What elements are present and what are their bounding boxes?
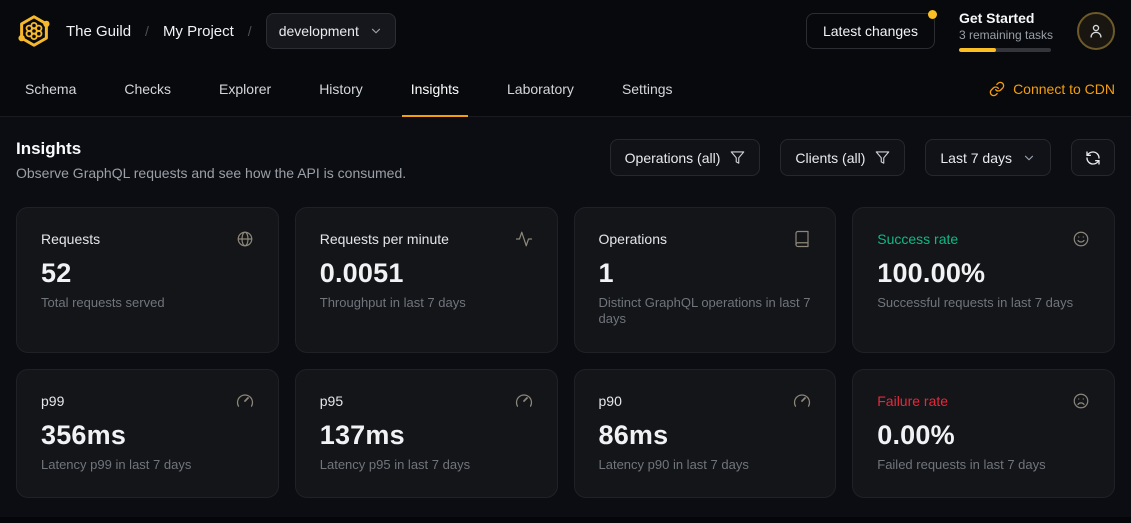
card-description: Distinct GraphQL operations in last 7 da… xyxy=(599,295,812,328)
latest-changes-label: Latest changes xyxy=(823,23,918,39)
bottom-strip xyxy=(0,517,1131,523)
chevron-down-icon xyxy=(369,24,383,38)
date-range-button[interactable]: Last 7 days xyxy=(925,139,1051,176)
card-title: Requests per minute xyxy=(320,231,449,247)
card-description: Successful requests in last 7 days xyxy=(877,295,1090,311)
card-description: Latency p99 in last 7 days xyxy=(41,457,254,473)
breadcrumb-org[interactable]: The Guild xyxy=(66,23,131,40)
tab-checks[interactable]: Checks xyxy=(115,62,180,117)
card-value: 137ms xyxy=(320,420,533,451)
operations-filter-button[interactable]: Operations (all) xyxy=(610,139,761,176)
breadcrumb: The Guild / My Project / xyxy=(66,23,252,40)
card-title: Failure rate xyxy=(877,393,948,409)
stat-card: Success rate 100.00% Successful requests… xyxy=(852,207,1115,353)
operations-filter-label: Operations (all) xyxy=(625,150,721,166)
link-icon xyxy=(989,81,1005,97)
gauge-icon xyxy=(793,392,811,410)
breadcrumb-separator: / xyxy=(248,23,252,39)
card-value: 86ms xyxy=(599,420,812,451)
insights-page: Insights Observe GraphQL requests and se… xyxy=(0,117,1131,517)
page-title: Insights xyxy=(16,139,406,159)
card-description: Latency p90 in last 7 days xyxy=(599,457,812,473)
card-title: Requests xyxy=(41,231,100,247)
app-root: The Guild / My Project / development Lat… xyxy=(0,0,1131,523)
card-title: Success rate xyxy=(877,231,958,247)
stat-card: p95 137ms Latency p95 in last 7 days xyxy=(295,369,558,498)
book-icon xyxy=(793,230,811,248)
card-value: 100.00% xyxy=(877,258,1090,289)
globe-icon xyxy=(236,230,254,248)
activity-icon xyxy=(515,230,533,248)
gauge-icon xyxy=(515,392,533,410)
connect-cdn-link[interactable]: Connect to CDN xyxy=(989,62,1115,116)
stat-card: Failure rate 0.00% Failed requests in la… xyxy=(852,369,1115,498)
stat-card: Requests 52 Total requests served xyxy=(16,207,279,353)
clients-filter-button[interactable]: Clients (all) xyxy=(780,139,905,176)
card-title: p90 xyxy=(599,393,622,409)
stat-card: p90 86ms Latency p90 in last 7 days xyxy=(574,369,837,498)
stat-card: p99 356ms Latency p99 in last 7 days xyxy=(16,369,279,498)
tab-laboratory[interactable]: Laboratory xyxy=(498,62,583,117)
get-started-subtitle: 3 remaining tasks xyxy=(959,28,1053,42)
get-started-title: Get Started xyxy=(959,10,1053,26)
card-title: Operations xyxy=(599,231,667,247)
tab-list: Schema Checks Explorer History Insights Labor… xyxy=(16,62,682,116)
filter-icon xyxy=(730,150,745,165)
get-started-progress-track xyxy=(959,48,1051,52)
clients-filter-label: Clients (all) xyxy=(795,150,865,166)
page-subtitle: Observe GraphQL requests and see how the… xyxy=(16,165,406,181)
user-avatar[interactable] xyxy=(1077,12,1115,50)
date-range-label: Last 7 days xyxy=(940,150,1012,166)
person-icon xyxy=(1087,22,1105,40)
main-nav: Schema Checks Explorer History Insights Labor… xyxy=(0,62,1131,117)
stats-grid: Requests 52 Total requests served Reques… xyxy=(16,207,1115,498)
tab-history[interactable]: History xyxy=(310,62,372,117)
card-description: Failed requests in last 7 days xyxy=(877,457,1090,473)
refresh-button[interactable] xyxy=(1071,139,1115,176)
connect-cdn-label: Connect to CDN xyxy=(1013,81,1115,97)
tab-explorer[interactable]: Explorer xyxy=(210,62,280,117)
notification-dot xyxy=(928,10,937,19)
target-selector-value: development xyxy=(279,23,359,39)
stat-card: Requests per minute 0.0051 Throughput in… xyxy=(295,207,558,353)
stat-card: Operations 1 Distinct GraphQL operations… xyxy=(574,207,837,353)
get-started-widget[interactable]: Get Started 3 remaining tasks xyxy=(959,10,1053,52)
card-value: 356ms xyxy=(41,420,254,451)
breadcrumb-separator: / xyxy=(145,23,149,39)
latest-changes-button[interactable]: Latest changes xyxy=(806,13,935,49)
card-title: p99 xyxy=(41,393,64,409)
guild-logo[interactable] xyxy=(16,13,52,49)
tab-insights[interactable]: Insights xyxy=(402,62,468,117)
card-value: 52 xyxy=(41,258,254,289)
tab-settings[interactable]: Settings xyxy=(613,62,682,117)
filters-toolbar: Operations (all) Clients (all) Last 7 da… xyxy=(610,139,1115,176)
tab-schema[interactable]: Schema xyxy=(16,62,85,117)
refresh-icon xyxy=(1085,150,1101,166)
card-value: 0.00% xyxy=(877,420,1090,451)
breadcrumb-project[interactable]: My Project xyxy=(163,23,234,40)
card-description: Throughput in last 7 days xyxy=(320,295,533,311)
card-value: 0.0051 xyxy=(320,258,533,289)
progress-fill xyxy=(959,48,996,52)
smile-icon xyxy=(1072,230,1090,248)
gauge-icon xyxy=(236,392,254,410)
frown-icon xyxy=(1072,392,1090,410)
card-description: Latency p95 in last 7 days xyxy=(320,457,533,473)
card-value: 1 xyxy=(599,258,812,289)
card-title: p95 xyxy=(320,393,343,409)
card-description: Total requests served xyxy=(41,295,254,311)
chevron-down-icon xyxy=(1022,151,1036,165)
target-selector[interactable]: development xyxy=(266,13,396,49)
top-header: The Guild / My Project / development Lat… xyxy=(0,0,1131,62)
filter-icon xyxy=(875,150,890,165)
